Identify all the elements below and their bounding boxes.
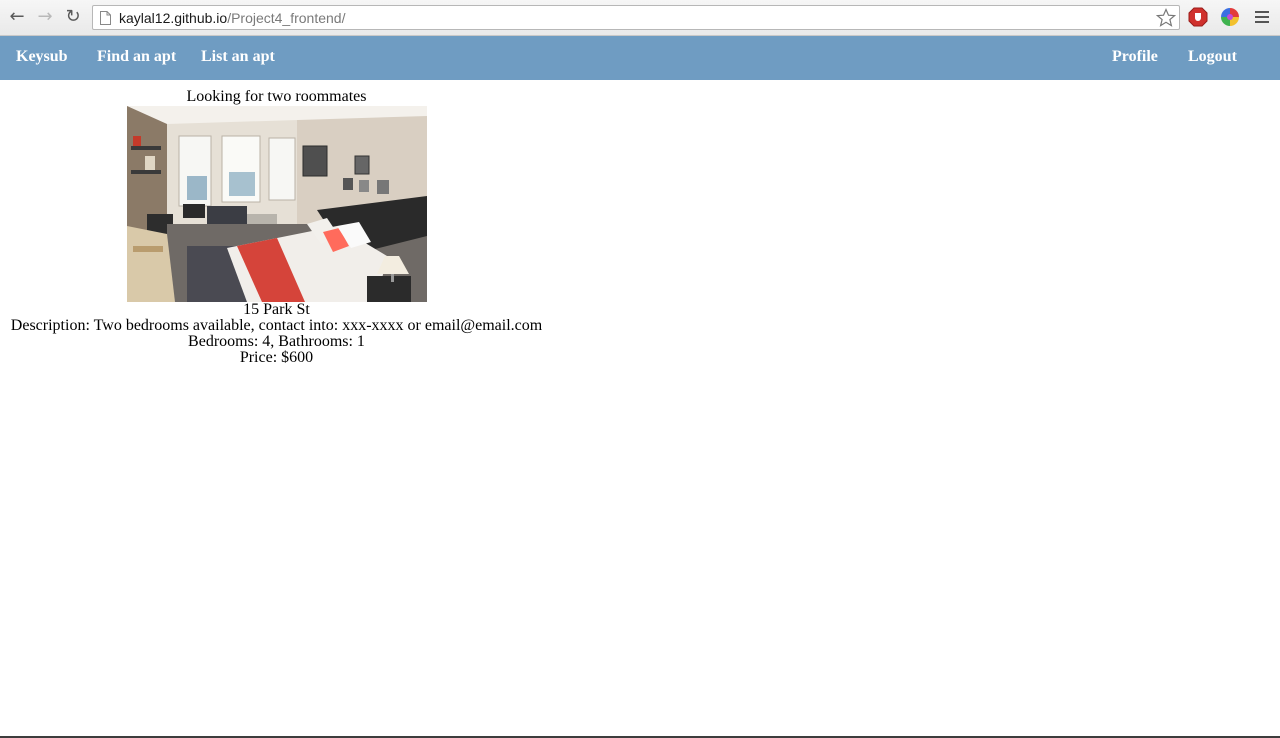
logout-link[interactable]: Logout: [1188, 48, 1237, 66]
url-path: /Project4_frontend/: [227, 10, 346, 26]
listing-description: Description: Two bedrooms available, con…: [10, 317, 543, 334]
listing-title: Looking for two roommates: [186, 88, 367, 105]
url-host: kaylal12.github.io: [119, 10, 228, 26]
reload-icon[interactable]: ↻: [62, 6, 84, 28]
chrome-menu-icon[interactable]: [1253, 9, 1271, 25]
color-wheel-extension-icon[interactable]: [1220, 7, 1240, 27]
listing-card: Looking for two roommates 15 Park St Des…: [10, 89, 543, 366]
bookmark-star-icon[interactable]: [1156, 8, 1176, 28]
address-bar[interactable]: kaylal12.github.io/Project4_frontend/: [92, 5, 1180, 30]
list-apt-link[interactable]: List an apt: [201, 48, 275, 66]
forward-arrow-icon[interactable]: →: [34, 6, 56, 28]
listing-price: Price: $600: [239, 349, 314, 366]
back-arrow-icon[interactable]: ←: [6, 6, 28, 28]
page-icon: [100, 11, 111, 25]
brand-link[interactable]: Keysub: [16, 48, 68, 66]
find-apt-link[interactable]: Find an apt: [97, 48, 176, 66]
url-text[interactable]: kaylal12.github.io/Project4_frontend/: [119, 10, 345, 26]
profile-link[interactable]: Profile: [1112, 48, 1158, 66]
adblock-extension-icon[interactable]: [1188, 7, 1208, 27]
browser-toolbar: ← → ↻ kaylal12.github.io/Project4_fronte…: [0, 0, 1280, 36]
navbar: Keysub Find an apt List an apt Profile L…: [0, 36, 1280, 80]
listing-rooms: Bedrooms: 4, Bathrooms: 1: [188, 333, 365, 350]
bedroom-photo: [126, 106, 427, 302]
listing-address: 15 Park St: [243, 301, 310, 318]
